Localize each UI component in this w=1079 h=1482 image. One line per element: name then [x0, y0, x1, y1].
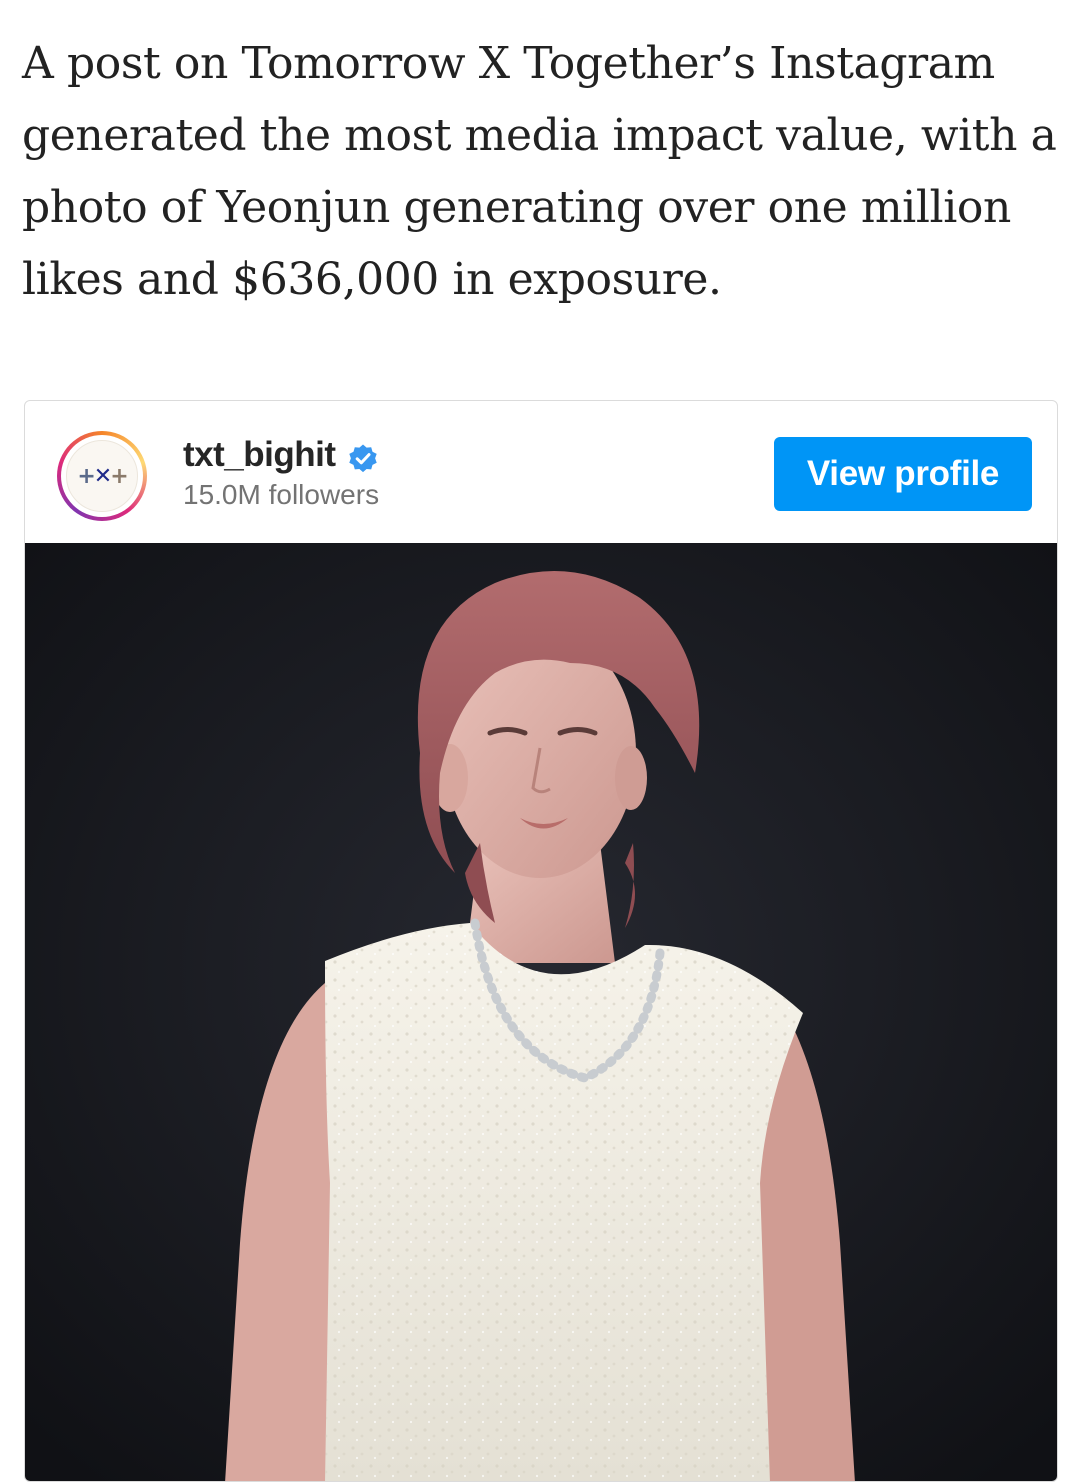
avatar-inner: + ✕ + — [61, 435, 143, 517]
txt-logo-icon: + ✕ + — [66, 440, 138, 512]
article-paragraph: A post on Tomorrow X Together’s Instagra… — [22, 38, 1057, 305]
follower-count: 15.0M followers — [183, 479, 380, 510]
post-photo[interactable] — [25, 543, 1057, 1482]
view-profile-button[interactable]: View profile — [774, 437, 1032, 511]
verified-badge-icon — [349, 444, 377, 473]
embed-header: + ✕ + txt_bighit 15.0M followers View prof… — [25, 401, 1057, 543]
account-username[interactable]: txt_bighit — [183, 435, 336, 475]
avatar[interactable]: + ✕ + — [57, 431, 147, 521]
instagram-embed: + ✕ + txt_bighit 15.0M followers View prof… — [24, 400, 1058, 1482]
